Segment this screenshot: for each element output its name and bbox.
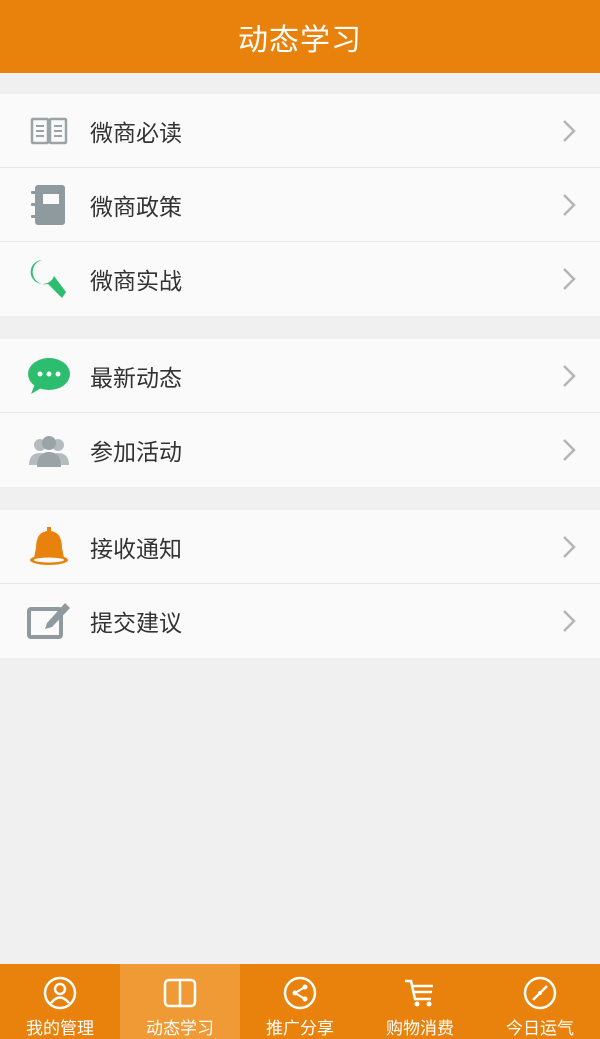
menu-group-news: 最新动态 参加活动: [0, 339, 600, 487]
tab-label: 推广分享: [266, 1019, 334, 1039]
menu-group-notice: 接收通知 提交建议: [0, 510, 600, 658]
menu-item-label: 最新动态: [90, 365, 182, 392]
chevron-right-icon: [563, 119, 576, 142]
page-title: 动态学习: [238, 22, 362, 58]
book-open-icon: [162, 976, 198, 1010]
menu-item-join-activity[interactable]: 参加活动: [0, 413, 600, 487]
chevron-right-icon: [563, 193, 576, 216]
menu-item-policy[interactable]: 微商政策: [0, 168, 600, 242]
chevron-right-icon: [563, 439, 576, 461]
user-icon: [42, 976, 78, 1010]
tab-label: 我的管理: [26, 1019, 94, 1039]
cart-icon: [402, 976, 438, 1010]
people-icon: [27, 428, 71, 472]
menu-item-label: 提交建议: [90, 611, 182, 637]
chevron-right-icon: [563, 535, 576, 558]
menu-item-label: 接收通知: [90, 536, 182, 563]
tab-my-management[interactable]: 我的管理: [0, 964, 120, 1039]
tab-today-luck[interactable]: 今日运气: [480, 964, 600, 1039]
tab-label: 动态学习: [146, 1019, 214, 1039]
chevron-right-icon: [563, 364, 576, 387]
tab-label: 购物消费: [386, 1019, 454, 1039]
menu-item-submit-feedback[interactable]: 提交建议: [0, 584, 600, 658]
edit-icon: [27, 599, 71, 643]
menu-group-learning: 微商必读 微商政策 微商实战: [0, 94, 600, 316]
wrench-icon: [27, 257, 71, 301]
menu-item-receive-notice[interactable]: 接收通知: [0, 510, 600, 584]
menu-item-latest-news[interactable]: 最新动态: [0, 339, 600, 413]
book-icon: [27, 109, 71, 153]
tab-shopping[interactable]: 购物消费: [360, 964, 480, 1039]
tab-label: 今日运气: [506, 1019, 574, 1039]
menu-item-label: 微商必读: [90, 120, 182, 147]
tab-promote-share[interactable]: 推广分享: [240, 964, 360, 1039]
app-header: 动态学习: [0, 0, 600, 73]
compass-icon: [522, 976, 558, 1010]
menu-item-label: 微商实战: [90, 269, 182, 295]
chevron-right-icon: [563, 610, 576, 632]
menu-item-label: 参加活动: [90, 440, 182, 466]
bottom-tab-bar: 我的管理 动态学习 推广分享 购物消费 今日运气: [0, 964, 600, 1039]
chevron-right-icon: [563, 268, 576, 290]
tab-dynamic-learning[interactable]: 动态学习: [120, 964, 240, 1039]
menu-item-label: 微商政策: [90, 194, 182, 221]
menu-item-practice[interactable]: 微商实战: [0, 242, 600, 316]
notebook-icon: [27, 183, 71, 227]
share-icon: [282, 976, 318, 1010]
bell-icon: [27, 525, 71, 569]
chat-bubble-icon: [27, 354, 71, 398]
menu-item-must-read[interactable]: 微商必读: [0, 94, 600, 168]
